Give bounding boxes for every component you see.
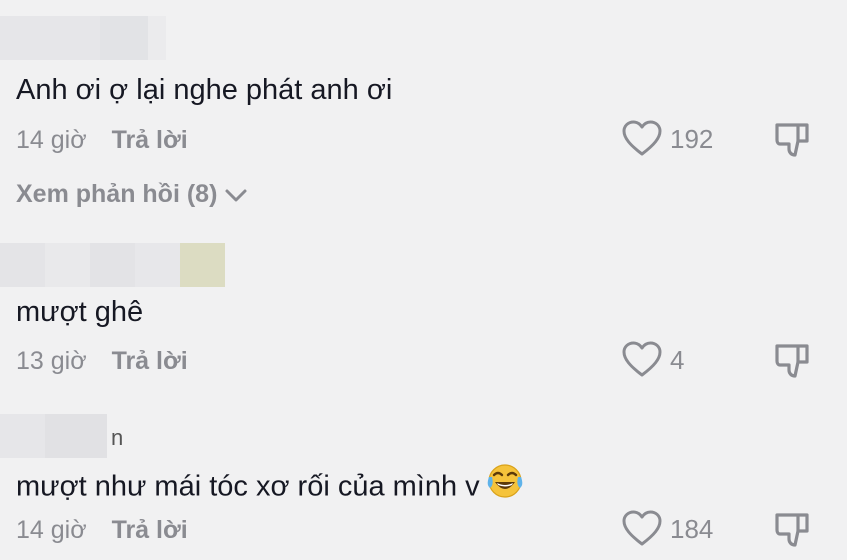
username-blurred[interactable] — [0, 16, 166, 60]
comment-time: 14 giờ — [16, 516, 87, 544]
dislike-button[interactable] — [774, 122, 812, 163]
comment-meta: 13 giờ Trả lời — [16, 347, 188, 376]
reply-button[interactable]: Trả lời — [112, 126, 188, 154]
avatar-pixel-block — [90, 243, 135, 287]
like-button[interactable]: 4 — [622, 341, 684, 379]
dislike-button[interactable] — [774, 512, 812, 553]
like-count: 4 — [670, 344, 685, 375]
heart-outline-icon — [622, 510, 662, 546]
avatar-pixel-block — [135, 243, 180, 287]
avatar-pixel-block — [0, 243, 45, 287]
like-count: 184 — [670, 513, 714, 544]
like-button[interactable]: 184 — [622, 510, 713, 548]
heart-outline-icon — [622, 341, 662, 377]
comment-text: Anh ơi ợ lại nghe phát anh ơi — [16, 74, 393, 106]
comment-time: 14 giờ — [16, 126, 87, 154]
dislike-button[interactable] — [774, 343, 812, 384]
username-blurred[interactable] — [0, 243, 225, 287]
heart-outline-icon — [622, 120, 662, 156]
avatar-pixel-block — [45, 414, 107, 458]
comment-text: mượt ghê — [16, 296, 144, 328]
chevron-down-icon — [225, 189, 247, 201]
avatar-pixel-block — [0, 414, 45, 458]
reply-button[interactable]: Trả lời — [112, 347, 188, 375]
face-with-tears-of-joy-icon — [486, 463, 524, 507]
avatar-pixel-block — [0, 16, 100, 60]
thumbs-down-outline-icon — [775, 123, 809, 157]
avatar-pixel-block — [100, 16, 148, 60]
comment-meta: 14 giờ Trả lời — [16, 126, 188, 155]
like-button[interactable]: 192 — [622, 120, 713, 158]
thumbs-down-outline-icon — [775, 344, 809, 378]
avatar-pixel-block — [148, 16, 166, 60]
like-count: 192 — [670, 123, 714, 154]
view-replies-label: Xem phản hồi (8) — [16, 180, 218, 208]
username-tail: n — [111, 425, 124, 450]
comment-text-content: mượt như mái tóc xơ rối của mình v — [16, 470, 480, 503]
thumbs-down-outline-icon — [775, 513, 809, 547]
avatar-pixel-block — [180, 243, 225, 287]
comment-text: mượt như mái tóc xơ rối của mình v — [16, 463, 524, 510]
view-replies-button[interactable]: Xem phản hồi (8) — [16, 180, 249, 209]
reply-button[interactable]: Trả lời — [112, 516, 188, 544]
comment-meta: 14 giờ Trả lời — [16, 516, 188, 545]
avatar-pixel-block — [45, 243, 90, 287]
username-blurred[interactable]: n — [0, 414, 123, 458]
comment-time: 13 giờ — [16, 347, 87, 375]
